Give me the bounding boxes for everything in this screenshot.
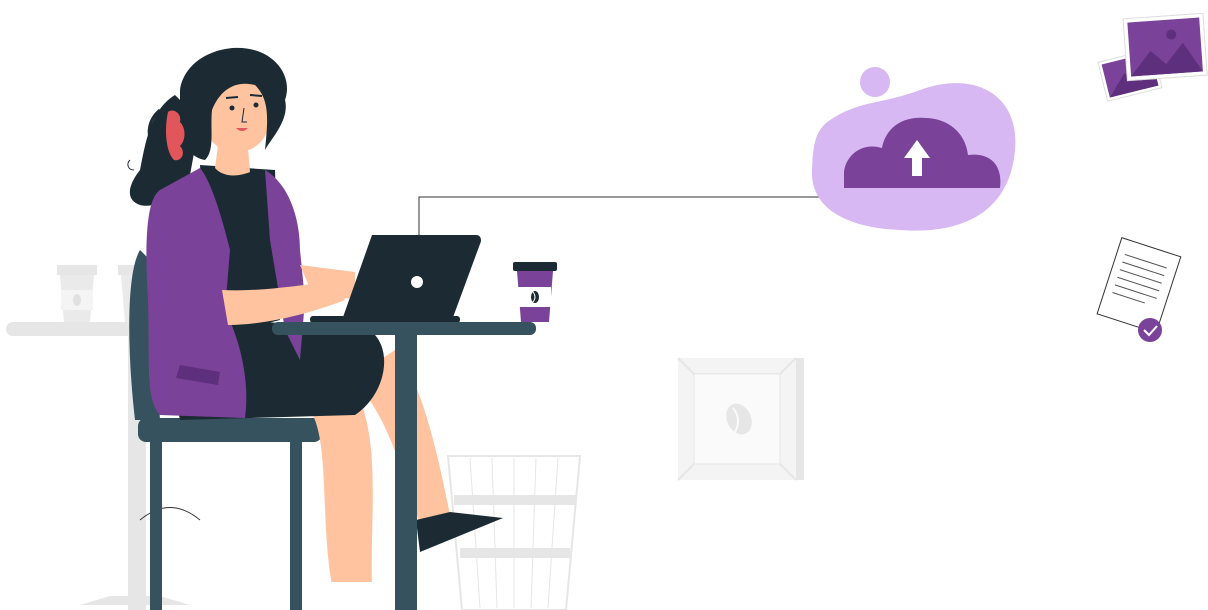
coffee-bean-icon (677, 357, 804, 481)
image-icon (1097, 12, 1208, 102)
connection-line (418, 196, 822, 235)
trash-bin (446, 455, 582, 610)
coffee-cup-icon (513, 262, 557, 322)
document-check-icon (1096, 237, 1182, 342)
cloud-upload-icon (811, 67, 1016, 231)
illustration (6, 12, 1208, 610)
